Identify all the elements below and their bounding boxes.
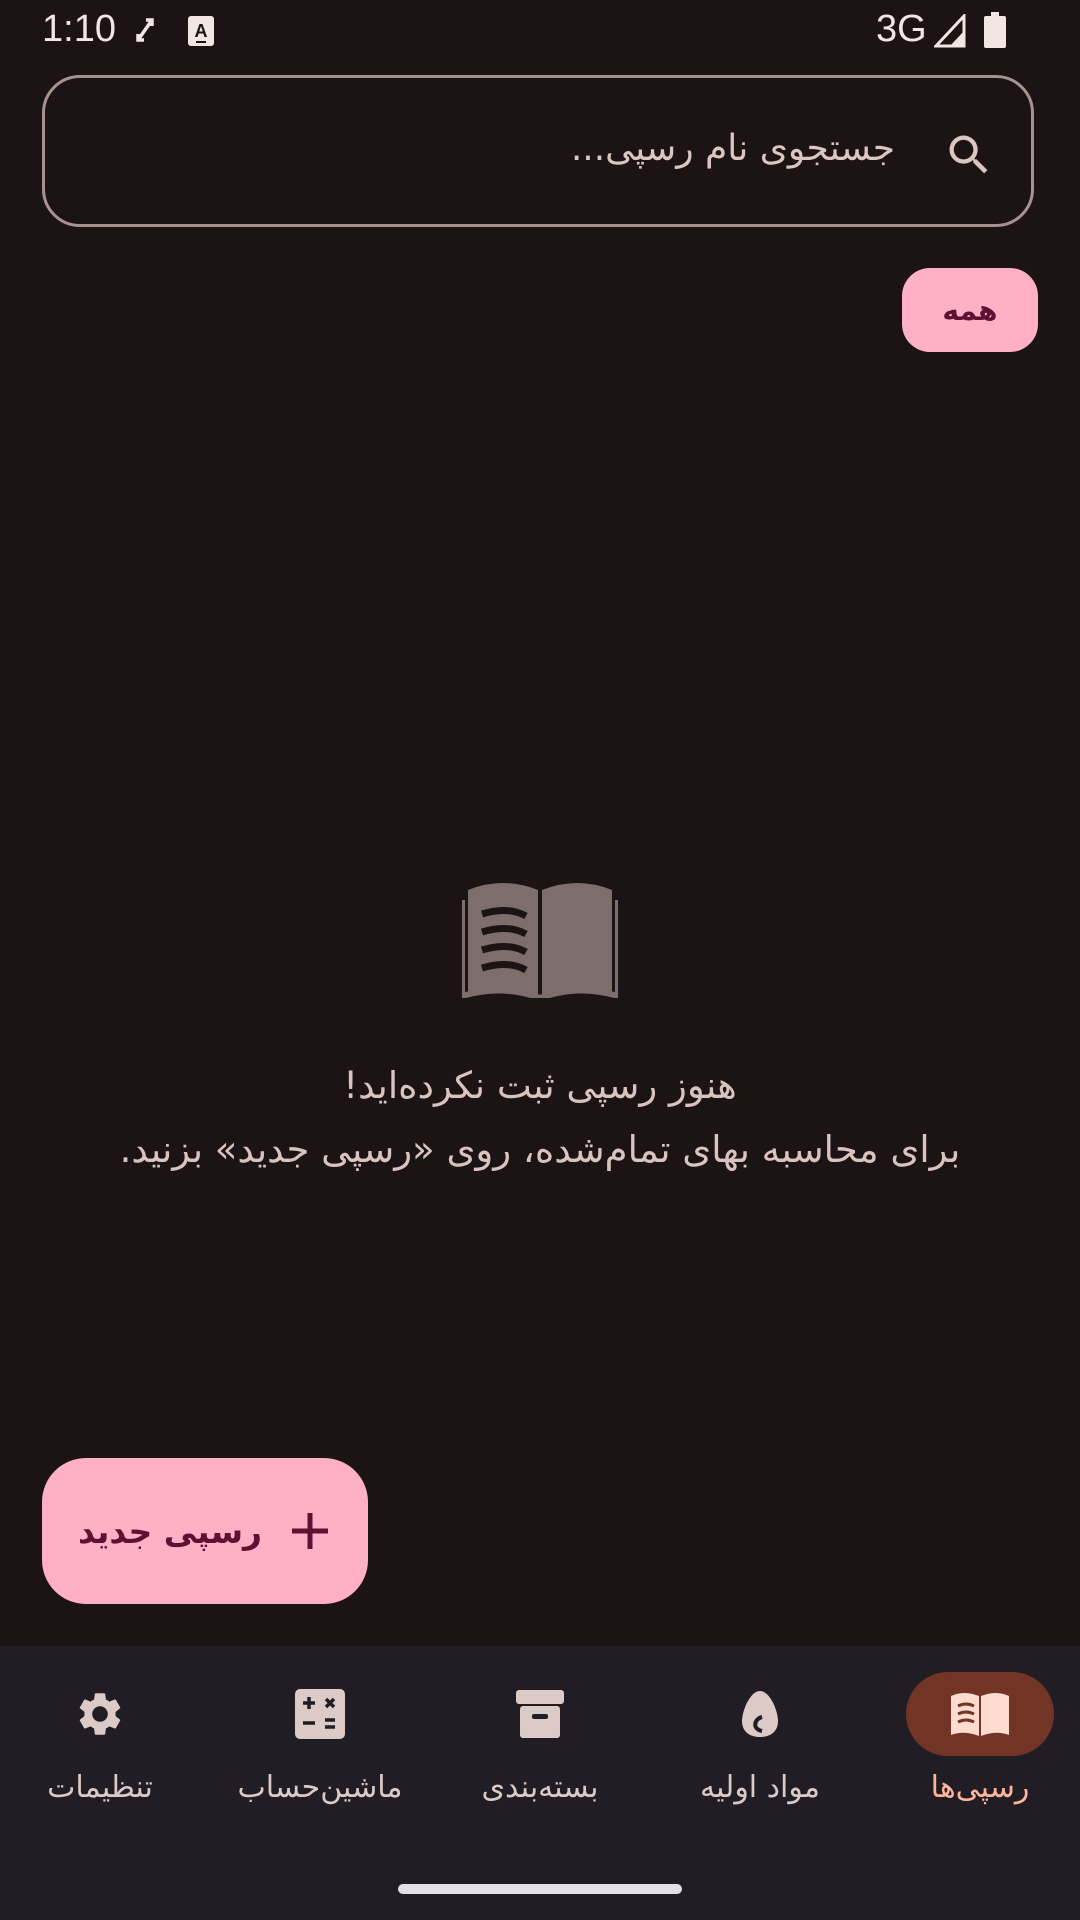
status-bar: 1:10 A 3G: [0, 0, 1080, 62]
search-icon[interactable]: [943, 129, 995, 181]
recipe-book-icon: [951, 1693, 1009, 1736]
calculator-icon: [295, 1689, 345, 1739]
filter-chip-label: همه: [942, 293, 998, 327]
open-book-icon: [462, 883, 618, 998]
gear-icon: [79, 1693, 121, 1735]
nav-item-settings[interactable]: تنظیمات: [0, 1646, 208, 1856]
screen-rotate-icon: [136, 18, 154, 42]
empty-state-title: هنوز رسپی ثبت نکرده‌اید!: [343, 1064, 737, 1107]
search-placeholder: جستجوی نام رسپی...: [570, 128, 895, 169]
signal-icon: [934, 14, 966, 48]
nav-label-calculator: ماشین‌حساب: [237, 1770, 403, 1805]
egg-icon: [742, 1691, 778, 1737]
status-time: 1:10: [42, 8, 116, 50]
network-type: 3G: [876, 8, 927, 50]
svg-text:A: A: [195, 21, 208, 41]
nav-label-settings: تنظیمات: [47, 1770, 153, 1805]
nav-item-packaging[interactable]: بسته‌بندی: [432, 1646, 648, 1856]
battery-icon: [984, 12, 1006, 48]
package-icon: [516, 1690, 564, 1738]
new-recipe-label: رسپی جدید: [77, 1511, 263, 1551]
bottom-navigation: رسپی‌ها مواد اولیه بسته‌بندی ماش: [0, 1646, 1080, 1920]
home-indicator[interactable]: [398, 1884, 682, 1894]
nav-label-ingredients: مواد اولیه: [700, 1770, 820, 1805]
nav-item-calculator[interactable]: ماشین‌حساب: [212, 1646, 428, 1856]
keyboard-a-icon: A: [188, 16, 214, 46]
nav-active-indicator: [906, 1672, 1054, 1756]
search-input[interactable]: جستجوی نام رسپی...: [42, 75, 1034, 227]
nav-item-recipes[interactable]: رسپی‌ها: [872, 1646, 1080, 1856]
nav-item-ingredients[interactable]: مواد اولیه: [652, 1646, 868, 1856]
empty-state-description: برای محاسبه بهای تمام‌شده، روی «رسپی جدی…: [119, 1128, 961, 1171]
nav-label-packaging: بسته‌بندی: [481, 1770, 599, 1805]
nav-label-recipes: رسپی‌ها: [930, 1770, 1030, 1805]
filter-chip-all[interactable]: همه: [902, 268, 1038, 352]
plus-icon: [292, 1513, 329, 1549]
new-recipe-button[interactable]: رسپی جدید: [42, 1458, 368, 1604]
